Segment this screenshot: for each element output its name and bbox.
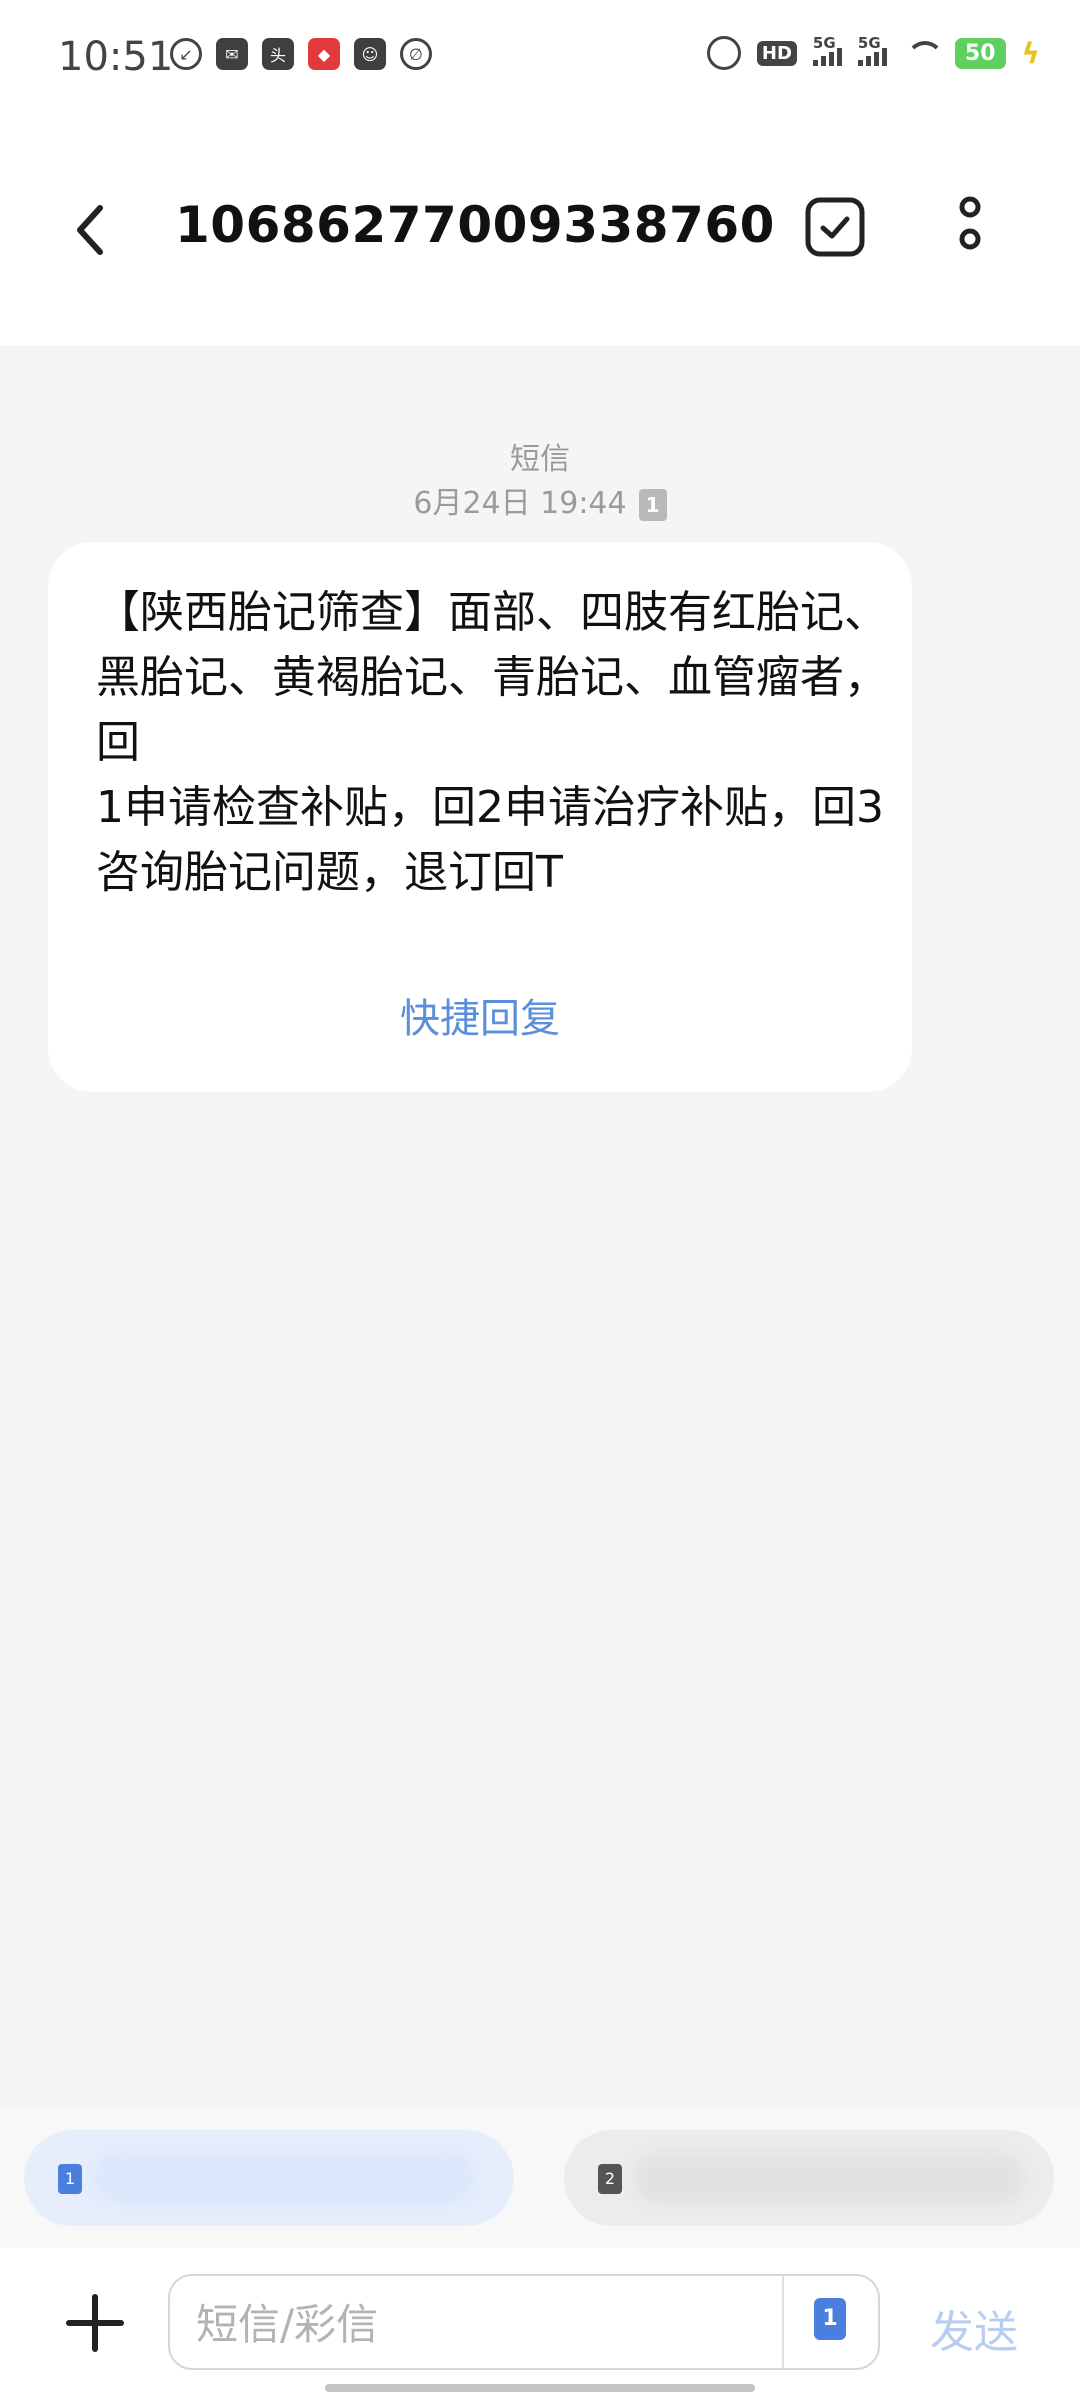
send-button[interactable]: 发送 xyxy=(930,2296,1018,2360)
sim-icon: 2 xyxy=(598,2164,622,2194)
message-timestamp: 6月24日 19:44 1 xyxy=(0,478,1080,522)
contact-number: 10686277009338760 xyxy=(175,196,775,254)
back-button[interactable] xyxy=(60,190,120,270)
sim-icon: 1 xyxy=(58,2164,82,2194)
redacted-content xyxy=(94,2152,474,2204)
system-icons: HD 5G 5G 50 ϟ xyxy=(706,34,1040,70)
wifi-icon xyxy=(903,39,944,67)
app-icon: ☺ xyxy=(354,38,386,70)
message-input[interactable] xyxy=(194,2294,718,2354)
5g-signal-icon: 5G xyxy=(812,34,842,66)
message-date: 6月24日 19:44 xyxy=(413,486,627,521)
status-bar: 10:51 ↙ ✉ 头 ◆ ☺ ∅ HD 5G 5G 50 ϟ xyxy=(0,0,1080,120)
missed-call-icon: ↙ xyxy=(170,38,202,70)
hd-icon: HD xyxy=(756,40,797,66)
toutiao-icon: 头 xyxy=(262,38,294,70)
charging-icon: ϟ xyxy=(1021,36,1040,70)
message-text: 【陕西胎记筛查】面部、四肢有红胎记、黑胎记、黄褐胎记、青胎记、血管瘤者，回 1申… xyxy=(96,587,888,898)
notification-icons: ↙ ✉ 头 ◆ ☺ ∅ xyxy=(170,38,432,70)
add-attachment-button[interactable] xyxy=(60,2288,130,2358)
mail-icon: ✉ xyxy=(216,38,248,70)
sim-badge: 1 xyxy=(638,488,667,521)
home-indicator[interactable] xyxy=(325,2384,755,2392)
status-time: 10:51 xyxy=(58,34,174,80)
suggestion-chip[interactable]: 2 xyxy=(564,2130,1054,2226)
message-input-container: 1 xyxy=(168,2274,880,2370)
suggestion-chip[interactable]: 1 xyxy=(24,2130,514,2226)
battery-icon: 50 xyxy=(954,37,1006,69)
red-app-icon: ◆ xyxy=(308,38,340,70)
more-options-button[interactable] xyxy=(940,190,1000,270)
message-type-label: 短信 xyxy=(510,442,570,477)
compose-bar: 1 发送 xyxy=(0,2248,1080,2400)
leaf-icon: ∅ xyxy=(400,38,432,70)
message-bubble[interactable]: 【陕西胎记筛查】面部、四肢有红胎记、黑胎记、黄褐胎记、青胎记、血管瘤者，回 1申… xyxy=(48,542,912,1092)
alarm-icon xyxy=(706,36,741,70)
suggestion-strip: 1 2 xyxy=(0,2108,1080,2248)
conversation-header: 10686277009338760 xyxy=(0,120,1080,346)
quick-reply-link[interactable]: 快捷回复 xyxy=(48,986,912,1044)
divider xyxy=(782,2276,784,2368)
select-button[interactable] xyxy=(800,192,870,262)
5g-signal-icon: 5G xyxy=(857,34,887,66)
checkbox-icon xyxy=(805,197,865,257)
redacted-content xyxy=(634,2152,1024,2204)
sim-select-button[interactable]: 1 xyxy=(814,2298,846,2340)
chevron-left-icon xyxy=(77,205,103,255)
more-vertical-icon xyxy=(959,196,981,250)
